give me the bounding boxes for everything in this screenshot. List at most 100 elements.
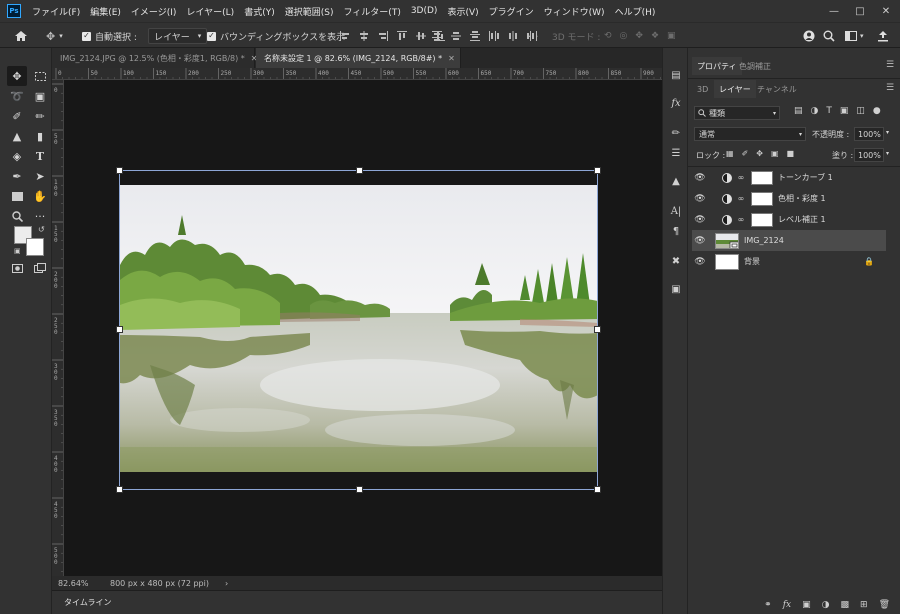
opacity-dropdown-icon[interactable]: ▾	[886, 129, 889, 136]
link-layers-icon[interactable]: ⚭	[764, 600, 772, 610]
visibility-eye-icon[interactable]: 👁	[692, 257, 708, 267]
add-mask-icon[interactable]: ▣	[802, 600, 811, 610]
brush-tool-icon[interactable]: ✏	[30, 106, 50, 126]
tools-preset-icon[interactable]: ✖	[666, 252, 686, 270]
pen-tool-icon[interactable]: ✒	[7, 166, 27, 186]
new-group-icon[interactable]: ▩	[841, 600, 850, 610]
tab-img-2124[interactable]: IMG_2124.JPG @ 12.5% (色相・彩度1, RGB/8) * ✕	[52, 48, 257, 68]
align-center-h-icon[interactable]	[359, 31, 369, 41]
type-tool-icon[interactable]: T	[30, 146, 50, 166]
auto-select-checkbox[interactable]: ✓ 自動選択 :	[82, 23, 137, 49]
marquee-tool-icon[interactable]	[30, 66, 50, 86]
libraries-panel-icon[interactable]: ▣	[666, 280, 686, 298]
lasso-tool-icon[interactable]: ➰	[7, 86, 27, 106]
layer-name[interactable]: トーンカーブ 1	[778, 172, 833, 183]
align-right-icon[interactable]	[378, 31, 388, 41]
layer-row[interactable]: 👁 ∞ レベル補正 1	[692, 209, 886, 230]
move-tool-icon[interactable]: ✥	[7, 66, 27, 86]
more-tools-icon[interactable]: ···	[30, 206, 50, 226]
visibility-eye-icon[interactable]: 👁	[692, 194, 708, 204]
rectangle-tool-icon[interactable]	[7, 186, 27, 206]
tab-close-icon[interactable]: ✕	[448, 54, 455, 63]
filter-shape-icon[interactable]: ▣	[840, 106, 849, 116]
distribute-middle-icon[interactable]	[451, 31, 461, 41]
panel-menu-icon[interactable]: ☰	[886, 60, 894, 70]
blend-mode-select[interactable]: 通常 ▾	[694, 127, 806, 141]
fill-input[interactable]: 100%	[854, 148, 884, 162]
layer-filter-select[interactable]: 種類 ▾	[694, 106, 780, 120]
eraser-tool-icon[interactable]: ▮	[30, 126, 50, 146]
layer-row[interactable]: 👁 ∞ 色相・彩度 1	[692, 188, 886, 209]
zoom-tool-icon[interactable]	[7, 206, 27, 226]
menu-image[interactable]: イメージ(I)	[126, 5, 182, 18]
mask-link-icon[interactable]: ∞	[736, 173, 746, 182]
layer-mask-thumbnail[interactable]	[751, 212, 773, 227]
filter-smart-object-icon[interactable]: ◫	[856, 106, 865, 116]
menu-edit[interactable]: 編集(E)	[85, 5, 126, 18]
smart-object-thumbnail[interactable]	[715, 232, 739, 249]
3d-roll-icon[interactable]: ◎	[620, 31, 628, 41]
3d-orbit-icon[interactable]: ⟲	[604, 31, 612, 41]
share-icon[interactable]	[803, 23, 815, 49]
new-layer-icon[interactable]: ⊞	[860, 600, 868, 610]
distribute-center-icon[interactable]	[508, 31, 518, 41]
hand-tool-icon[interactable]: ✋	[30, 186, 50, 206]
photoshop-logo-icon[interactable]: Ps	[7, 4, 21, 18]
filter-toggle-icon[interactable]: ●	[873, 106, 881, 116]
distribute-bottom-icon[interactable]	[470, 31, 480, 41]
visibility-eye-icon[interactable]: 👁	[692, 236, 708, 246]
menu-file[interactable]: ファイル(F)	[27, 5, 85, 18]
tab-3d[interactable]: 3D	[692, 80, 713, 98]
menu-type[interactable]: 書式(Y)	[239, 5, 280, 18]
lock-transparent-icon[interactable]: ▦	[726, 149, 734, 158]
lock-image-icon[interactable]: ✐	[742, 149, 749, 158]
stamp-source-icon[interactable]: ▲	[666, 172, 686, 190]
history-panel-icon[interactable]: ▤	[666, 66, 686, 84]
home-icon[interactable]	[14, 23, 28, 49]
tab-untitled-1[interactable]: 名称未設定 1 @ 82.6% (IMG_2124, RGB/8#) * ✕	[256, 48, 461, 68]
close-icon[interactable]: ✕	[874, 0, 898, 22]
background-layer-thumbnail[interactable]	[715, 253, 739, 270]
align-left-icon[interactable]	[340, 31, 350, 41]
more-options-icon[interactable]: ···	[528, 23, 539, 49]
mask-link-icon[interactable]: ∞	[736, 215, 746, 224]
tab-layers[interactable]: レイヤー	[714, 80, 756, 98]
stamp-tool-icon[interactable]: ▲	[7, 126, 27, 146]
styles-panel-icon[interactable]: fx	[666, 94, 686, 112]
object-select-tool-icon[interactable]: ▣	[30, 86, 50, 106]
layer-style-icon[interactable]: fx	[783, 600, 791, 610]
opacity-input[interactable]: 100%	[854, 127, 884, 141]
move-tool-preset-icon[interactable]: ✥ ▾	[46, 23, 63, 49]
paint-bucket-tool-icon[interactable]: ◈	[7, 146, 27, 166]
filter-pixel-icon[interactable]: ▤	[794, 106, 803, 116]
visibility-eye-icon[interactable]: 👁	[692, 173, 708, 183]
lock-all-icon[interactable]: ■	[787, 149, 795, 158]
tab-channels[interactable]: チャンネル	[752, 80, 802, 98]
filter-adjustment-icon[interactable]: ◑	[811, 106, 819, 116]
align-top-icon[interactable]	[397, 31, 407, 41]
path-select-tool-icon[interactable]: ➤	[30, 166, 50, 186]
workspace-icon[interactable]: ▾	[845, 23, 864, 49]
character-panel-icon[interactable]: A|	[666, 202, 686, 220]
timeline-panel-tab[interactable]: タイムライン	[52, 590, 662, 614]
fill-dropdown-icon[interactable]: ▾	[886, 150, 889, 157]
menu-layer[interactable]: レイヤー(L)	[181, 5, 239, 18]
paragraph-panel-icon[interactable]: ¶	[666, 222, 686, 240]
document-image-lake[interactable]	[120, 185, 598, 472]
layer-row-selected[interactable]: 👁 IMG_2124	[692, 230, 886, 251]
layer-name[interactable]: IMG_2124	[744, 236, 784, 245]
background-color-swatch[interactable]	[26, 238, 44, 256]
lock-position-icon[interactable]: ✥	[756, 149, 763, 158]
bounding-box-checkbox[interactable]: ✓ バウンディングボックスを表示	[207, 23, 345, 49]
eyedropper-tool-icon[interactable]: ✐	[7, 106, 27, 126]
menu-filter[interactable]: フィルター(T)	[338, 5, 405, 18]
layer-row[interactable]: 👁 ∞ トーンカーブ 1	[692, 167, 886, 188]
minimize-icon[interactable]: —	[822, 0, 846, 22]
menu-3d[interactable]: 3D(D)	[406, 6, 443, 16]
auto-select-target-select[interactable]: レイヤー ▾	[148, 23, 208, 49]
3d-slide-icon[interactable]: ❖	[651, 31, 659, 41]
tab-adjustments[interactable]: 色調補正	[734, 57, 776, 75]
swap-colors-icon[interactable]: ↺	[38, 225, 45, 234]
lock-artboard-icon[interactable]: ▣	[771, 149, 779, 158]
layer-row[interactable]: 👁 背景 🔒	[692, 251, 886, 272]
